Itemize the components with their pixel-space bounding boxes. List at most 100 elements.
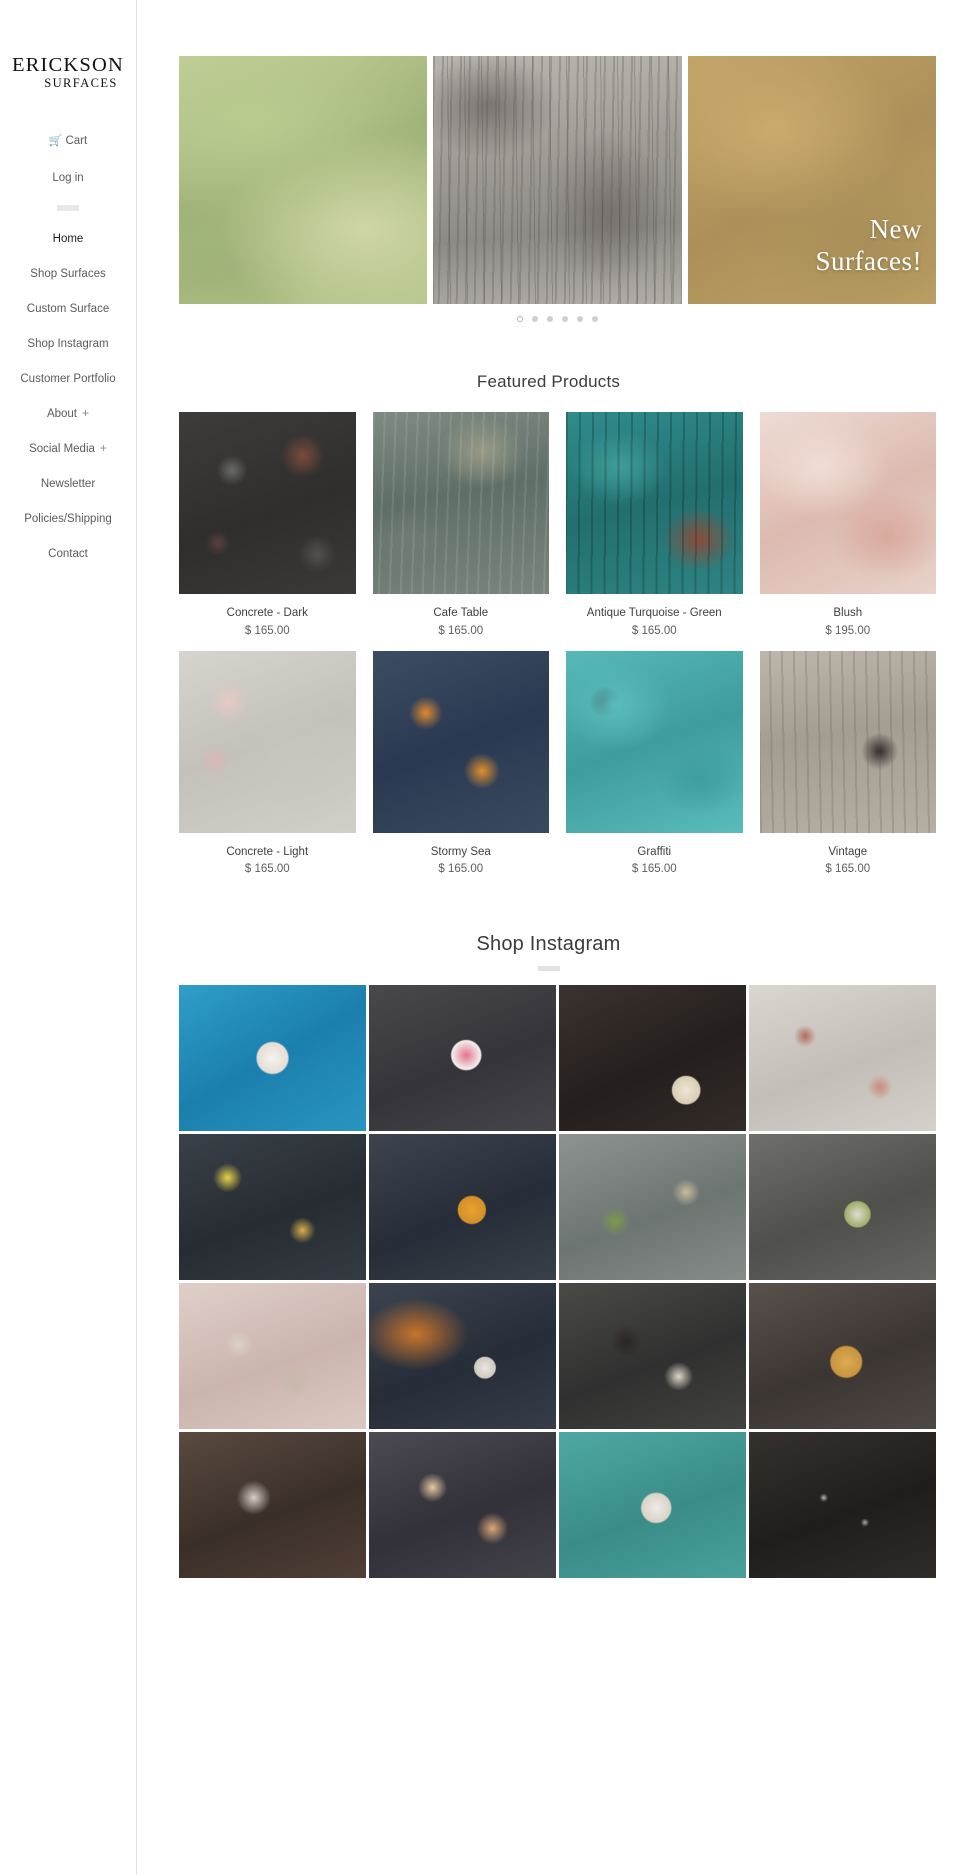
product-image-vintage[interactable] <box>759 650 936 833</box>
hero-panel-gold-surface[interactable]: New Surfaces! <box>687 56 936 304</box>
product-title: Cafe Table <box>433 607 489 619</box>
nav-link-shop-surfaces[interactable]: Shop Surfaces <box>30 267 105 282</box>
cart-label: Cart <box>65 135 88 147</box>
sidebar-item-shop-instagram[interactable]: Shop Instagram <box>0 334 136 352</box>
carousel-dots[interactable] <box>179 304 936 322</box>
sidebar-item-policies-shipping[interactable]: Policies/Shipping <box>0 509 136 527</box>
product-title: Stormy Sea <box>430 845 491 858</box>
product-card[interactable]: Stormy Sea $ 165.00 <box>372 650 549 875</box>
expand-plus-icon[interactable]: + <box>82 406 89 420</box>
product-title: Blush <box>833 607 863 619</box>
nav-label-social-media: Social Media <box>29 443 95 455</box>
shop-instagram-heading: Shop Instagram <box>476 933 621 956</box>
product-price: $ 165.00 <box>244 624 290 637</box>
hero-panel-weathered-wood-surface[interactable] <box>433 56 682 304</box>
product-row: Concrete - Dark $ 165.00 Cafe Table $ 16… <box>179 412 936 637</box>
instagram-tile-pink-table-setting[interactable] <box>179 1283 366 1430</box>
instagram-tile-baking-tray-dark[interactable] <box>749 1432 936 1579</box>
main-nav: Home Shop Surfaces Custom Surface Shop I… <box>0 229 136 562</box>
hero-caption-line2: Surfaces! <box>815 246 922 277</box>
carousel-dot-4[interactable] <box>562 316 568 322</box>
product-card[interactable]: Antique Turquoise - Green $ 165.00 <box>566 412 743 637</box>
product-row: Concrete - Light $ 165.00 Stormy Sea $ 1… <box>179 650 936 876</box>
nav-link-home[interactable]: Home <box>53 232 84 247</box>
product-card[interactable]: Vintage $ 165.00 <box>759 650 936 876</box>
storefront-page: ERICKSON SURFACES 🛒 Cart Log in Home Shop… <box>0 0 960 1875</box>
instagram-tile-dessert-spread-light[interactable] <box>749 985 936 1132</box>
instagram-tile-meringue-bowl-teal[interactable] <box>559 1432 746 1579</box>
product-image-cafe-table[interactable] <box>372 412 549 594</box>
hero-slide[interactable]: New Surfaces! <box>179 56 936 304</box>
sidebar-item-contact[interactable]: Contact <box>0 544 136 562</box>
nav-link-newsletter[interactable]: Newsletter <box>41 477 95 492</box>
instagram-tile-chocolate-dessert-plate[interactable] <box>179 1432 366 1579</box>
product-image-concrete-dark[interactable] <box>179 412 356 594</box>
instagram-tile-fruit-cocktails[interactable] <box>369 1432 556 1579</box>
login-link[interactable]: Log in <box>52 172 83 184</box>
product-image-blush[interactable] <box>759 412 936 594</box>
utility-item-login[interactable]: Log in <box>0 168 136 186</box>
hero-carousel[interactable]: New Surfaces! <box>137 0 960 322</box>
cart-link[interactable]: 🛒 Cart <box>49 134 87 147</box>
section-rule <box>537 966 560 972</box>
sidebar-item-custom-surface[interactable]: Custom Surface <box>0 299 136 317</box>
expand-plus-icon[interactable]: + <box>100 441 107 455</box>
nav-link-about[interactable]: About + <box>47 406 89 422</box>
product-card[interactable]: Concrete - Light $ 165.00 <box>179 650 356 876</box>
sidebar-item-social-media[interactable]: Social Media + <box>0 439 136 457</box>
instagram-row <box>179 1134 936 1281</box>
product-title: Antique Turquoise - Green <box>586 607 722 619</box>
instagram-tile-avocado-toast-spread[interactable] <box>559 1134 746 1281</box>
instagram-tile-breakfast-board-dark[interactable] <box>179 1134 366 1281</box>
product-card[interactable]: Concrete - Dark $ 165.00 <box>179 412 356 637</box>
product-price: $ 165.00 <box>631 624 677 637</box>
product-card[interactable]: Graffiti $ 165.00 <box>566 650 743 876</box>
carousel-dot-1[interactable] <box>517 316 523 322</box>
product-image-stormy-sea[interactable] <box>372 650 549 833</box>
product-price: $ 165.00 <box>244 863 290 876</box>
featured-products-heading: Featured Products <box>476 372 621 391</box>
logo-primary-text: ERICKSON <box>11 54 125 76</box>
utility-item-cart[interactable]: 🛒 Cart <box>0 131 136 149</box>
carousel-dot-5[interactable] <box>577 316 583 322</box>
sidebar-item-customer-portfolio[interactable]: Customer Portfolio <box>0 369 136 387</box>
product-image-antique-turquoise-green[interactable] <box>566 412 743 594</box>
instagram-grid <box>137 985 960 1579</box>
product-title: Vintage <box>828 845 868 858</box>
product-card[interactable]: Cafe Table $ 165.00 <box>372 412 549 637</box>
carousel-dot-2[interactable] <box>532 316 538 322</box>
featured-products-grid: Concrete - Dark $ 165.00 Cafe Table $ 16… <box>137 412 960 875</box>
sidebar: ERICKSON SURFACES 🛒 Cart Log in Home Shop… <box>0 0 137 1875</box>
nav-link-policies-shipping[interactable]: Policies/Shipping <box>24 512 112 527</box>
product-image-concrete-light[interactable] <box>179 650 356 833</box>
hero-panel-green-surface[interactable] <box>179 56 428 304</box>
sidebar-item-about[interactable]: About + <box>0 404 136 422</box>
sidebar-item-home[interactable]: Home <box>0 229 136 247</box>
sidebar-item-newsletter[interactable]: Newsletter <box>0 474 136 492</box>
instagram-tile-smoothie-bowl-blue[interactable] <box>179 985 366 1132</box>
nav-link-social-media[interactable]: Social Media + <box>29 441 107 457</box>
nav-link-customer-portfolio[interactable]: Customer Portfolio <box>20 372 115 387</box>
product-price: $ 165.00 <box>631 863 677 876</box>
product-price: $ 165.00 <box>825 863 871 876</box>
nav-link-shop-instagram[interactable]: Shop Instagram <box>27 337 108 352</box>
instagram-row <box>179 1432 936 1579</box>
product-card[interactable]: Blush $ 195.00 <box>759 412 936 637</box>
nav-link-custom-surface[interactable]: Custom Surface <box>27 302 109 317</box>
instagram-tile-ramen-bowl-dark[interactable] <box>559 985 746 1132</box>
nav-link-contact[interactable]: Contact <box>48 547 88 562</box>
carousel-dot-6[interactable] <box>592 316 598 322</box>
instagram-tile-noodle-bowls-orange[interactable] <box>369 1134 556 1281</box>
product-price: $ 195.00 <box>825 624 871 637</box>
instagram-tile-salad-bowls-overhead[interactable] <box>749 1134 936 1281</box>
sidebar-item-shop-surfaces[interactable]: Shop Surfaces <box>0 264 136 282</box>
instagram-tile-fries-and-bowl[interactable] <box>369 1283 556 1430</box>
nav-label-about: About <box>46 408 78 420</box>
instagram-tile-berry-smoothie-bowl[interactable] <box>369 985 556 1132</box>
main-content: New Surfaces! Featured Products Concrete… <box>137 0 960 1875</box>
instagram-tile-dark-berry-bowls[interactable] <box>559 1283 746 1430</box>
product-image-graffiti[interactable] <box>566 650 743 833</box>
instagram-tile-lattice-pie[interactable] <box>749 1283 936 1430</box>
site-logo[interactable]: ERICKSON SURFACES <box>8 55 128 89</box>
carousel-dot-3[interactable] <box>547 316 553 322</box>
